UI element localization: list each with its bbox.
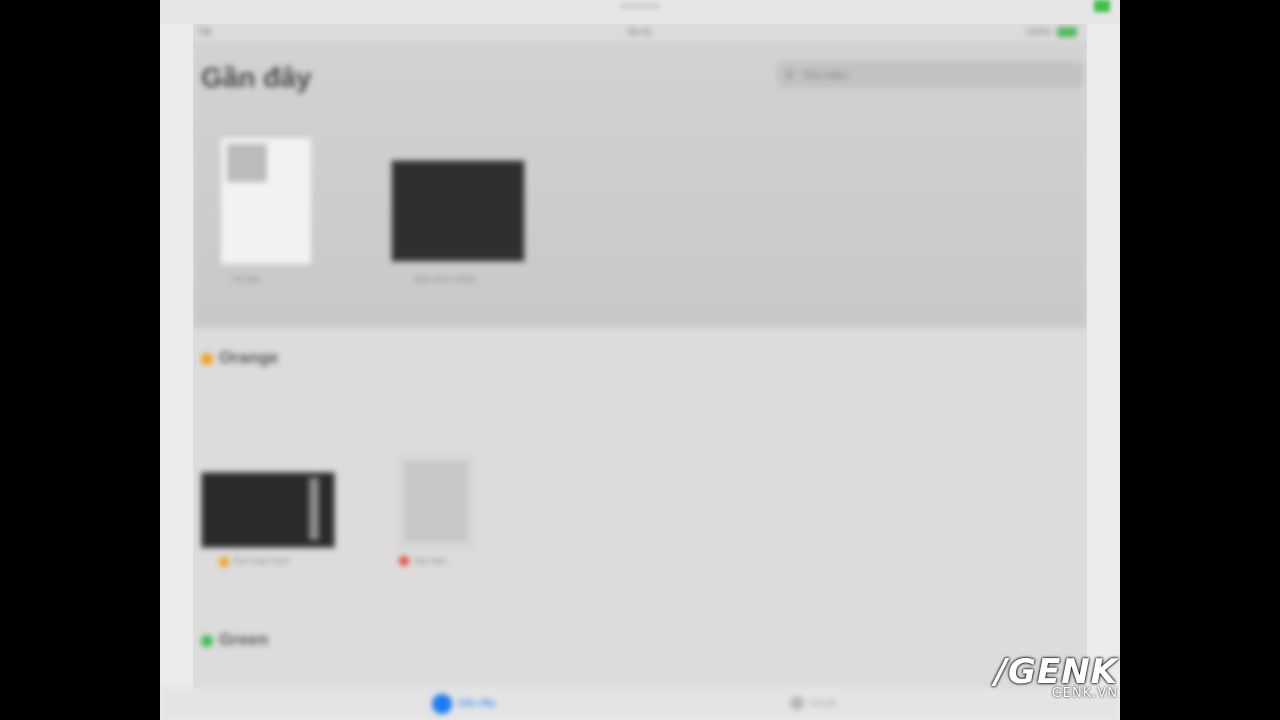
search-placeholder: Tìm kiếm [802,70,848,82]
clock-icon[interactable] [432,694,452,714]
device-top-strip [160,0,1120,24]
battery-indicator: 100% [1026,27,1077,38]
recents-header: Gần đây ⚲ Tìm kiếm Tài liệu Bản trình ch… [193,42,1087,328]
file-thumbnail [227,144,267,182]
genk-watermark: /GENK GENK.VN [995,652,1118,701]
section-title: Green [219,630,269,649]
search-input[interactable]: ⚲ Tìm kiếm [777,62,1083,88]
tab-recents[interactable]: Gần đây [458,698,496,709]
red-tag-icon [399,556,409,566]
page-title: Gần đây [201,62,312,93]
file-caption: Bản trình chiếu [415,274,476,284]
orange-tag-icon [219,557,229,567]
battery-percent: 100% [1025,27,1052,38]
files-app-screen: Tắt 09:41 100% Gần đây ⚲ Tìm kiếm Tài li… [193,24,1087,694]
recent-file-presentation[interactable] [391,160,525,262]
tab-bar: Gần đây Duyệt [160,688,1120,720]
carrier-label: Tắt [197,27,212,38]
orange-tag-icon [201,352,213,365]
section-title: Orange [219,348,279,367]
status-bar: Tắt 09:41 100% [193,24,1087,42]
section-orange[interactable]: Orange [201,348,279,368]
orange-file-presentation[interactable] [201,472,335,548]
section-green[interactable]: Green [201,630,268,650]
green-tag-icon [201,634,213,647]
recent-file-document[interactable] [221,138,311,264]
file-caption: Tài liệu [231,274,261,284]
file-caption: Ảnh màn hình [233,556,290,566]
orange-file-document[interactable] [399,456,473,548]
search-icon: ⚲ [785,68,794,82]
folder-icon[interactable] [790,696,804,710]
tab-browse[interactable]: Duyệt [810,698,836,709]
battery-icon [1057,27,1077,38]
file-caption: Văn bản [413,556,447,566]
status-time: 09:41 [627,27,653,38]
ipad-device: Tắt 09:41 100% Gần đây ⚲ Tìm kiếm Tài li… [160,0,1120,720]
